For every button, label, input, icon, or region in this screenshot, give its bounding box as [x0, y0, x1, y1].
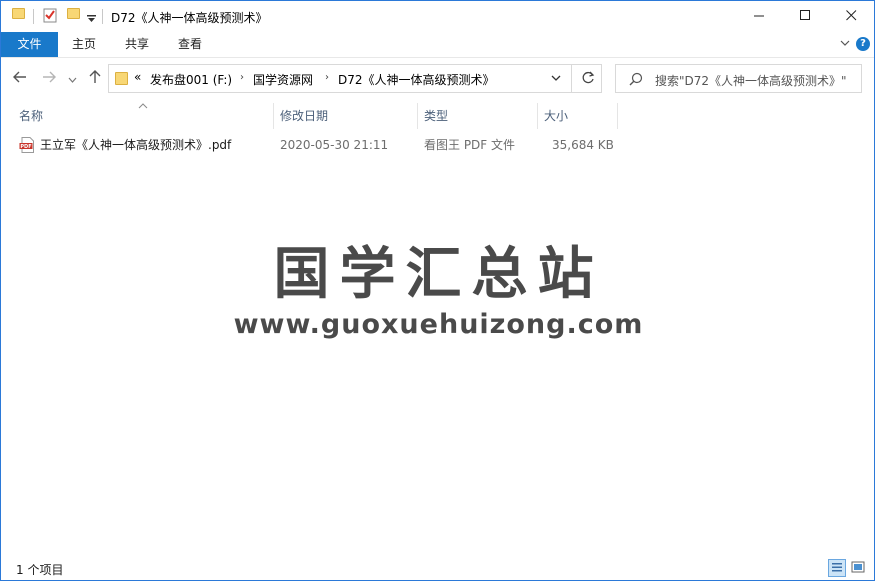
file-size: 35,684 KB: [552, 138, 614, 152]
column-header-row: 名称 修改日期 类型 大小: [1, 101, 874, 131]
explorer-window: D72《人神一体高级预测术》 文件 主页 共享 查看 ? « 发布盘001 (F…: [0, 0, 875, 581]
folder-icon: [115, 72, 128, 85]
up-button[interactable]: [88, 70, 102, 87]
title-bar: D72《人神一体高级预测术》: [1, 1, 874, 32]
close-icon: [845, 10, 856, 21]
tab-view[interactable]: 查看: [167, 32, 213, 57]
back-button[interactable]: [13, 70, 27, 87]
pdf-file-icon: PDF: [19, 137, 35, 153]
folder-icon: [12, 8, 25, 19]
new-folder-icon[interactable]: [67, 8, 80, 19]
arrow-right-icon: [43, 71, 56, 83]
address-bar[interactable]: « 发布盘001 (F:) › 国学资源网 › D72《人神一体高级预测术》: [108, 64, 602, 93]
file-type: 看图王 PDF 文件: [424, 138, 516, 152]
customize-quick-access-icon[interactable]: [87, 12, 96, 26]
maximize-button[interactable]: [782, 1, 828, 32]
maximize-icon: [799, 10, 810, 20]
address-history-button[interactable]: [550, 70, 562, 89]
search-box[interactable]: 搜索"D72《人神一体高级预测术》": [615, 64, 862, 93]
file-row[interactable]: PDF 王立军《人神一体高级预测术》.pdf 2020-05-30 21:11 …: [15, 134, 618, 156]
details-view-button[interactable]: [828, 559, 846, 577]
details-view-icon: [832, 563, 842, 572]
breadcrumb-folder[interactable]: 国学资源网: [253, 71, 313, 88]
tab-file[interactable]: 文件: [1, 32, 58, 57]
minimize-button[interactable]: [736, 1, 782, 32]
column-header-name[interactable]: 名称: [13, 101, 273, 131]
watermark-url: www.guoxuehuizong.com: [233, 309, 644, 340]
divider: [33, 9, 34, 24]
refresh-icon: [582, 71, 595, 84]
refresh-button[interactable]: [581, 71, 595, 88]
watermark-title: 国学汇总站: [273, 242, 604, 307]
chevron-right-icon[interactable]: ›: [325, 72, 329, 83]
breadcrumb-current[interactable]: D72《人神一体高级预测术》: [338, 71, 495, 88]
file-modified-date: 2020-05-30 21:11: [280, 138, 389, 152]
divider: [102, 9, 103, 24]
column-header-size[interactable]: 大小: [538, 101, 617, 131]
large-icons-view-button[interactable]: [850, 559, 868, 577]
chevron-down-icon: [551, 75, 561, 81]
chevron-right-icon[interactable]: ›: [240, 72, 244, 83]
item-count: 1 个项目: [16, 563, 64, 577]
file-name[interactable]: 王立军《人神一体高级预测术》.pdf: [40, 134, 231, 156]
breadcrumb-drive[interactable]: 发布盘001 (F:): [150, 71, 232, 88]
svg-text:PDF: PDF: [20, 144, 31, 150]
help-icon[interactable]: ?: [856, 37, 870, 51]
window-title: D72《人神一体高级预测术》: [111, 11, 268, 25]
close-button[interactable]: [828, 1, 874, 32]
properties-icon[interactable]: [43, 7, 57, 26]
arrow-up-icon: [89, 70, 101, 83]
forward-button[interactable]: [42, 70, 56, 87]
recent-locations-button[interactable]: [68, 73, 77, 87]
navigation-bar: « 发布盘001 (F:) › 国学资源网 › D72《人神一体高级预测术》 搜…: [1, 58, 874, 101]
column-header-date[interactable]: 修改日期: [274, 101, 417, 131]
arrow-left-icon: [13, 71, 26, 83]
ribbon: 文件 主页 共享 查看 ?: [1, 32, 874, 58]
divider: [571, 65, 572, 92]
search-placeholder: 搜索"D72《人神一体高级预测术》": [655, 74, 847, 88]
chevron-down-icon: [840, 40, 850, 46]
overflow-chevron[interactable]: «: [134, 70, 141, 84]
expand-ribbon-button[interactable]: [840, 37, 850, 52]
status-bar: 1 个项目: [1, 557, 874, 580]
chevron-down-icon: [68, 77, 77, 83]
tab-home[interactable]: 主页: [61, 32, 107, 57]
search-icon: [629, 72, 643, 89]
large-icons-view-icon: [851, 561, 865, 573]
column-divider[interactable]: [617, 103, 618, 129]
minimize-icon: [753, 15, 764, 17]
column-header-type[interactable]: 类型: [418, 101, 537, 131]
tab-share[interactable]: 共享: [114, 32, 160, 57]
